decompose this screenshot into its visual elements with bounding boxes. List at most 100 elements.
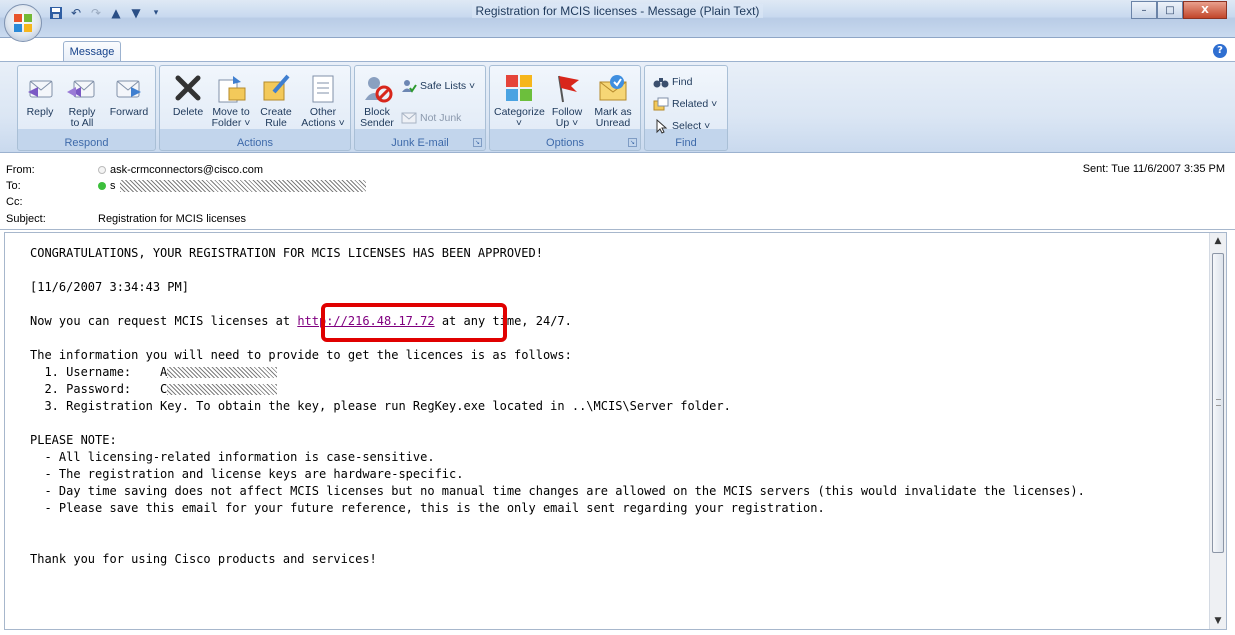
sent-value: Tue 11/6/2007 3:35 PM	[1111, 163, 1225, 175]
block-sender-icon	[365, 77, 393, 103]
to-value[interactable]: s	[110, 180, 116, 192]
maximize-button[interactable]: □	[1157, 1, 1183, 19]
minimize-button[interactable]: –	[1131, 1, 1157, 19]
group-find: Find Related ˅ Select ˅ Find	[644, 65, 728, 151]
note-item: - Please save this email for your future…	[30, 501, 825, 515]
block-sender-button[interactable]: Block Sender	[357, 72, 397, 130]
message-header: From: ask-crmconnectors@cisco.com To: s …	[0, 154, 1235, 230]
group-options: Categorize ˅ Follow Up ˅ Mark as Unread …	[489, 65, 641, 151]
presence-unknown-icon	[98, 166, 106, 174]
delete-icon	[175, 75, 201, 101]
presence-online-icon	[98, 182, 106, 190]
not-junk-button[interactable]: Not Junk	[401, 108, 461, 128]
categorize-button[interactable]: Categorize ˅	[494, 72, 545, 130]
window-controls: – □ X	[1131, 1, 1227, 19]
create-rule-icon	[263, 74, 290, 101]
password-redacted	[167, 384, 278, 395]
forward-button[interactable]: Forward	[106, 72, 152, 130]
scroll-grip-icon	[1216, 399, 1221, 406]
cc-row: Cc:	[6, 194, 98, 210]
scroll-down-icon[interactable]: ▼	[1210, 613, 1226, 629]
undo-icon[interactable]: ↶	[68, 5, 84, 21]
not-junk-icon	[401, 112, 417, 124]
create-rule-button[interactable]: Create Rule	[256, 72, 296, 130]
thanks-line: Thank you for using Cisco products and s…	[30, 552, 377, 566]
redo-icon[interactable]: ↷	[88, 5, 104, 21]
move-to-folder-icon	[218, 76, 246, 103]
note-item: - Day time saving does not affect MCIS l…	[30, 484, 1085, 498]
safe-lists-icon	[402, 80, 417, 93]
follow-up-flag-icon	[558, 75, 579, 103]
close-button[interactable]: X	[1183, 1, 1227, 19]
username-redacted	[167, 367, 278, 378]
link-highlight-box	[321, 303, 507, 342]
find-button[interactable]: Find	[653, 72, 692, 92]
sent-label: Sent:	[1082, 163, 1109, 175]
to-row: To: s	[6, 178, 366, 194]
ribbon: Reply Reply to All Forward Respond Delet…	[0, 61, 1235, 153]
safe-lists-button[interactable]: Safe Lists ˅	[401, 76, 475, 96]
group-label-respond: Respond	[64, 137, 109, 149]
timestamp-line: [11/6/2007 3:34:43 PM]	[30, 280, 189, 294]
reply-button[interactable]: Reply	[20, 72, 60, 130]
binoculars-icon	[653, 78, 669, 88]
group-label-junk-email: Junk E-mail	[391, 137, 449, 149]
other-actions-button[interactable]: Other Actions ˅	[300, 72, 346, 130]
quick-access-toolbar: ↶ ↷ ▲ ▼ ▾	[48, 4, 164, 22]
registration-key-line: 3. Registration Key. To obtain the key, …	[30, 399, 731, 413]
group-respond: Reply Reply to All Forward Respond	[17, 65, 156, 151]
reply-all-icon	[67, 80, 95, 98]
subject-value: Registration for MCIS licenses	[98, 213, 246, 225]
from-label: From:	[6, 164, 35, 176]
office-logo-icon	[14, 14, 32, 32]
group-junk-email: Block Sender Safe Lists ˅ Not Junk Junk …	[354, 65, 486, 151]
from-value[interactable]: ask-crmconnectors@cisco.com	[110, 164, 263, 176]
next-item-icon[interactable]: ▼	[128, 5, 144, 21]
delete-button[interactable]: Delete	[168, 72, 208, 130]
request-line: Now you can request MCIS licenses at htt…	[30, 314, 572, 328]
group-actions: Delete Move to Folder ˅ Create Rule Othe…	[159, 65, 351, 151]
title-bar: Registration for MCIS licenses - Message…	[0, 0, 1235, 38]
sent-info: Sent: Tue 11/6/2007 3:35 PM	[1083, 163, 1225, 175]
group-label-actions: Actions	[236, 137, 274, 149]
previous-item-icon[interactable]: ▲	[108, 5, 124, 21]
note-item: - The registration and license keys are …	[30, 467, 464, 481]
congrats-line: CONGRATULATIONS, YOUR REGISTRATION FOR M…	[30, 246, 543, 260]
follow-up-button[interactable]: Follow Up ˅	[547, 72, 587, 130]
to-label: To:	[6, 180, 21, 192]
window-title: Registration for MCIS licenses - Message…	[0, 4, 1235, 18]
message-body[interactable]: CONGRATULATIONS, YOUR REGISTRATION FOR M…	[4, 232, 1227, 630]
cursor-icon	[656, 118, 668, 134]
vertical-scrollbar[interactable]: ▲ ▼	[1209, 233, 1226, 629]
username-line: 1. Username: A	[30, 364, 1210, 381]
select-button[interactable]: Select ˅	[653, 116, 710, 136]
note-item: - All licensing-related information is c…	[30, 450, 435, 464]
office-button[interactable]	[4, 4, 42, 42]
group-label-options: Options	[546, 137, 584, 149]
from-row: From: ask-crmconnectors@cisco.com	[6, 162, 263, 178]
cc-label: Cc:	[6, 196, 23, 208]
reply-icon	[28, 80, 53, 98]
subject-row: Subject: Registration for MCIS licenses	[6, 211, 246, 227]
reply-all-button[interactable]: Reply to All	[62, 72, 102, 130]
mark-as-unread-button[interactable]: Mark as Unread	[590, 72, 636, 130]
options-launcher[interactable]: ↘	[628, 138, 637, 147]
subject-label: Subject:	[6, 213, 46, 225]
junk-email-launcher[interactable]: ↘	[473, 138, 482, 147]
group-label-find: Find	[675, 137, 697, 149]
scroll-up-icon[interactable]: ▲	[1210, 233, 1226, 249]
related-button[interactable]: Related ˅	[653, 94, 717, 114]
scroll-thumb[interactable]	[1212, 253, 1224, 553]
save-icon[interactable]	[48, 5, 64, 21]
categorize-icon	[506, 75, 532, 101]
message-body-text: CONGRATULATIONS, YOUR REGISTRATION FOR M…	[30, 245, 1210, 568]
other-actions-icon	[312, 75, 334, 103]
password-line: 2. Password: C	[30, 381, 1210, 398]
move-to-folder-button[interactable]: Move to Folder ˅	[208, 72, 254, 130]
customize-toolbar-icon[interactable]: ▾	[148, 5, 164, 21]
tab-message[interactable]: Message	[63, 41, 121, 62]
mark-as-unread-icon	[599, 75, 627, 101]
forward-icon	[116, 80, 141, 98]
note-heading: PLEASE NOTE:	[30, 433, 117, 447]
help-icon[interactable]: ?	[1213, 44, 1227, 58]
